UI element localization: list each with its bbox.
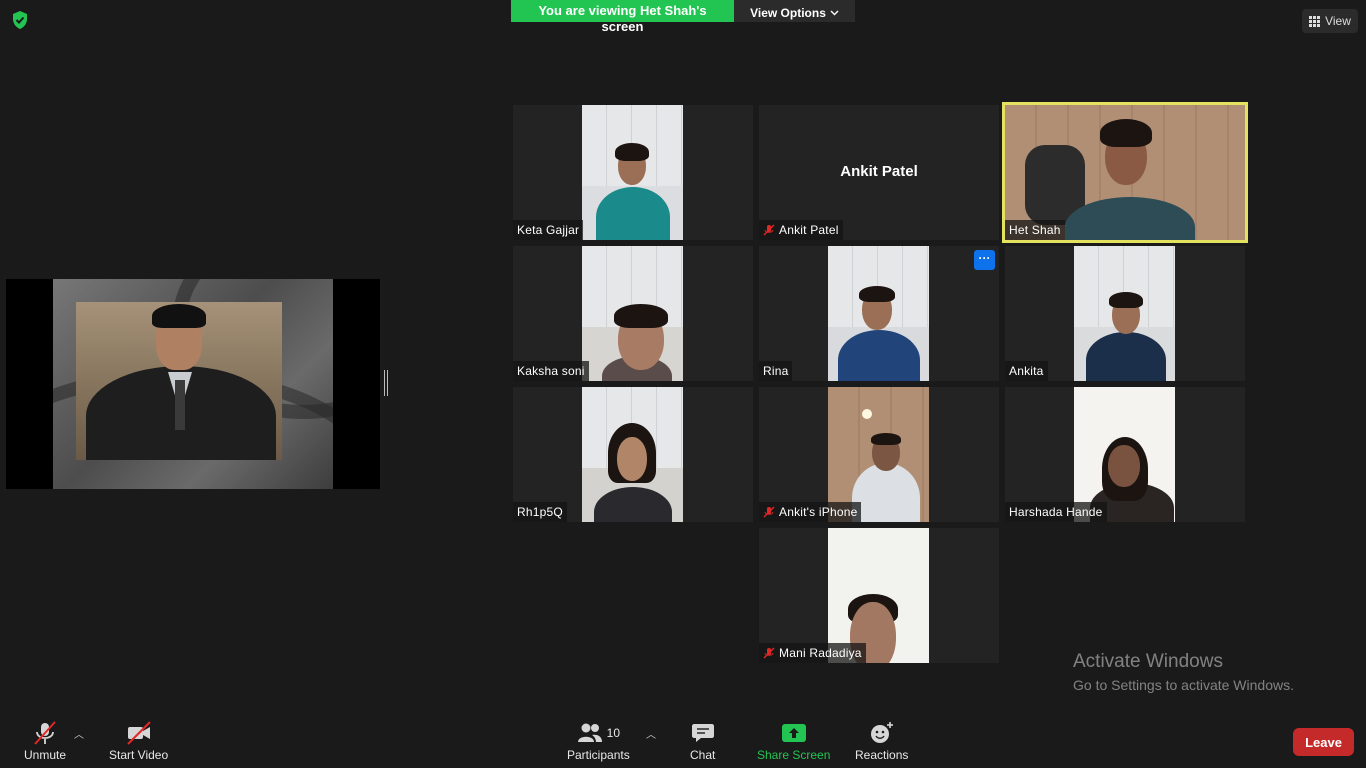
mic-muted-icon bbox=[763, 647, 775, 659]
unmute-button[interactable]: Unmute bbox=[24, 720, 66, 762]
meeting-toolbar: Unmute ︿ Start Video 10 Participants ︿ C… bbox=[0, 712, 1366, 768]
participant-name: Het Shah bbox=[1009, 223, 1061, 237]
chat-label: Chat bbox=[690, 748, 716, 762]
windows-activation-watermark: Activate Windows Go to Settings to activ… bbox=[1073, 651, 1294, 693]
shared-screen-content[interactable] bbox=[6, 279, 380, 489]
start-video-label: Start Video bbox=[109, 748, 169, 762]
participant-name: Ankita bbox=[1009, 364, 1044, 378]
share-screen-label: Share Screen bbox=[757, 748, 831, 762]
chat-bubble-icon bbox=[691, 724, 714, 742]
participant-name-tag: Kaksha soni bbox=[513, 361, 589, 381]
shared-slide bbox=[53, 279, 333, 489]
participant-video bbox=[828, 246, 929, 381]
participant-video bbox=[1074, 246, 1175, 381]
participants-icon bbox=[577, 723, 602, 742]
share-screen-arrow-icon bbox=[781, 724, 806, 742]
chevron-down-icon bbox=[830, 10, 839, 16]
participant-name-tag: Keta Gajjar bbox=[513, 220, 584, 240]
participant-name-tag: Ankit Patel bbox=[759, 220, 843, 240]
microphone-muted-icon bbox=[34, 721, 56, 745]
participant-name: Ankit Patel bbox=[779, 223, 839, 237]
participant-name-tag: Rina bbox=[759, 361, 793, 381]
video-tile-kaksha-soni[interactable]: Kaksha soni bbox=[513, 246, 753, 381]
video-tile-het-shah[interactable]: Het Shah bbox=[1002, 102, 1248, 243]
view-layout-button[interactable]: View bbox=[1302, 9, 1358, 33]
video-tile-keta-gajjar[interactable]: Keta Gajjar bbox=[513, 105, 753, 240]
more-options-button[interactable]: ··· bbox=[974, 250, 995, 270]
screen-share-banner: You are viewing Het Shah's screen View O… bbox=[511, 0, 855, 34]
participant-video bbox=[582, 105, 683, 240]
reactions-button[interactable]: Reactions bbox=[855, 720, 908, 762]
audio-options-caret[interactable]: ︿ bbox=[74, 726, 84, 741]
participants-button[interactable]: 10 Participants bbox=[567, 720, 630, 762]
participant-name-tag: Ankit's iPhone bbox=[759, 502, 862, 522]
grid-view-icon bbox=[1309, 15, 1321, 27]
slide-photo bbox=[76, 302, 282, 460]
mic-muted-icon bbox=[763, 224, 775, 236]
participants-label: Participants bbox=[567, 748, 630, 762]
video-tile-ankit-patel[interactable]: Ankit Patel Ankit Patel bbox=[759, 105, 999, 240]
participants-options-caret[interactable]: ︿ bbox=[646, 726, 656, 741]
encryption-shield-icon[interactable] bbox=[10, 10, 30, 30]
participant-name: Keta Gajjar bbox=[517, 223, 580, 237]
leave-meeting-button[interactable]: Leave bbox=[1293, 728, 1354, 756]
video-tile-ankits-iphone[interactable]: Ankit's iPhone bbox=[759, 387, 999, 522]
start-video-button[interactable]: Start Video bbox=[109, 720, 168, 762]
video-camera-off-icon bbox=[126, 721, 151, 745]
participant-name-tag: Het Shah bbox=[1005, 220, 1065, 240]
participant-name-tag: Mani Radadiya bbox=[759, 643, 866, 663]
view-options-button[interactable]: View Options bbox=[734, 0, 855, 22]
participant-name: Mani Radadiya bbox=[779, 646, 862, 660]
video-tile-harshada-hande[interactable]: Harshada Hande bbox=[1005, 387, 1245, 522]
video-tile-ankita[interactable]: Ankita bbox=[1005, 246, 1245, 381]
chat-button[interactable]: Chat bbox=[690, 720, 715, 762]
participant-display-name: Ankit Patel bbox=[840, 163, 918, 180]
viewing-screen-label: You are viewing Het Shah's screen bbox=[511, 0, 734, 34]
participant-name: Rh1p5Q bbox=[517, 505, 563, 519]
watermark-subtitle: Go to Settings to activate Windows. bbox=[1073, 677, 1294, 693]
participant-name-tag: Ankita bbox=[1005, 361, 1048, 381]
participant-name: Harshada Hande bbox=[1009, 505, 1103, 519]
watermark-title: Activate Windows bbox=[1073, 651, 1223, 672]
unmute-label: Unmute bbox=[24, 748, 67, 762]
video-tile-rina[interactable]: ··· Rina bbox=[759, 246, 999, 381]
panel-resize-handle[interactable] bbox=[384, 370, 388, 396]
reactions-label: Reactions bbox=[855, 748, 909, 762]
view-layout-label: View bbox=[1325, 14, 1351, 28]
participant-video bbox=[582, 246, 683, 381]
video-tile-mani-radadiya[interactable]: Mani Radadiya bbox=[759, 528, 999, 663]
participant-name-tag: Harshada Hande bbox=[1005, 502, 1107, 522]
participant-video bbox=[582, 387, 683, 522]
share-screen-button[interactable]: Share Screen bbox=[757, 720, 830, 762]
participant-name-tag: Rh1p5Q bbox=[513, 502, 567, 522]
participant-name: Ankit's iPhone bbox=[779, 505, 858, 519]
participant-name: Rina bbox=[763, 364, 789, 378]
participant-name: Kaksha soni bbox=[517, 364, 585, 378]
reaction-smiley-icon bbox=[870, 722, 893, 743]
view-options-label: View Options bbox=[750, 6, 826, 20]
video-tile-rh1p5q[interactable]: Rh1p5Q bbox=[513, 387, 753, 522]
participants-count: 10 bbox=[606, 726, 621, 740]
mic-muted-icon bbox=[763, 506, 775, 518]
